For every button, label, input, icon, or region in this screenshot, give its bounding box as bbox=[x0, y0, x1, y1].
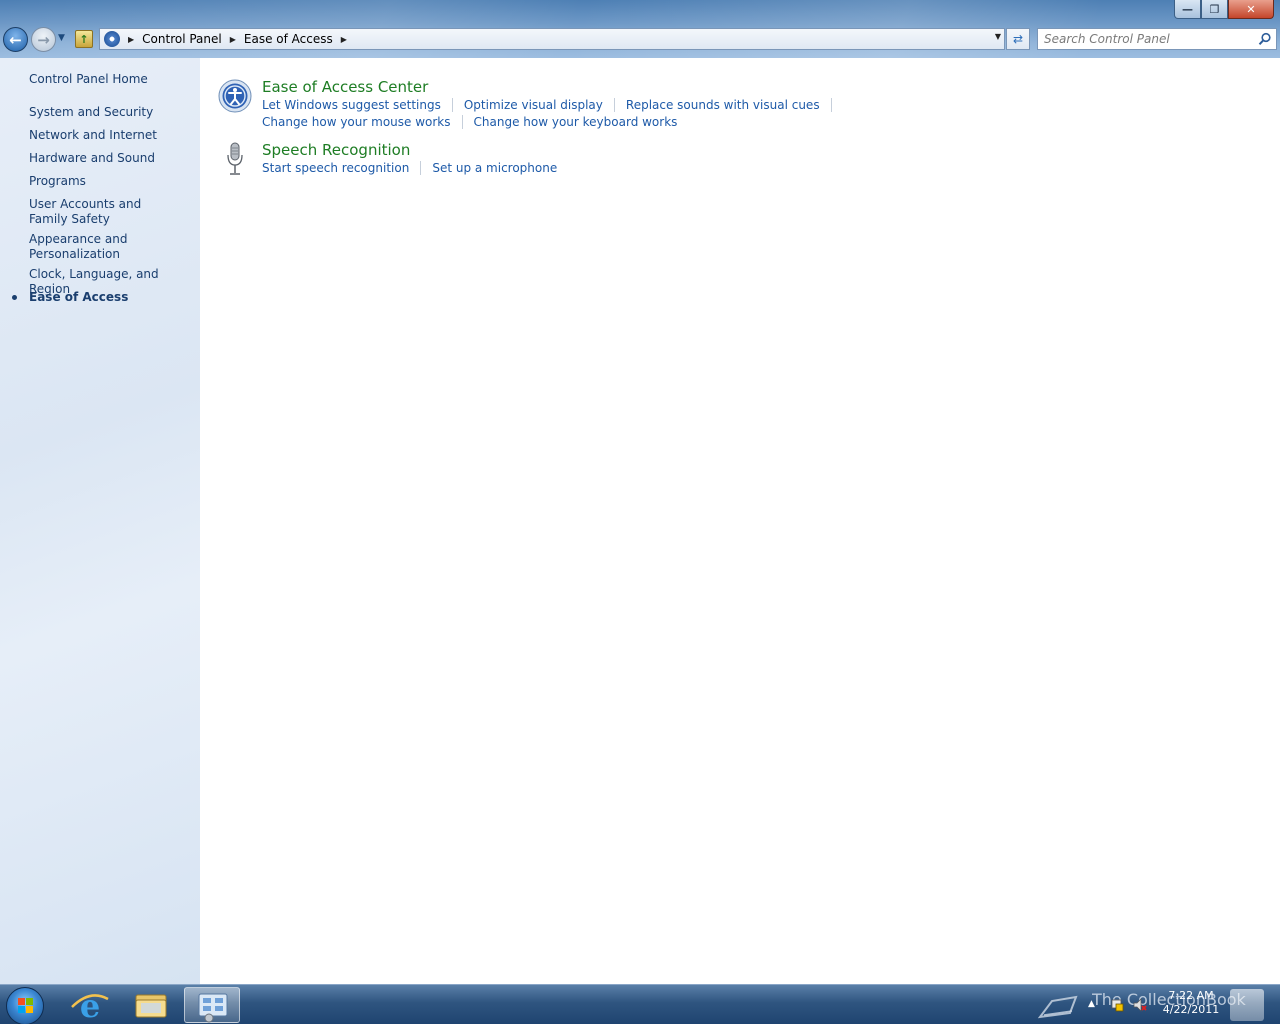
breadcrumb-control-panel[interactable]: Control Panel bbox=[142, 32, 222, 46]
sidebar-item-control-panel-home[interactable]: Control Panel Home bbox=[29, 72, 194, 87]
current-item-bullet bbox=[12, 295, 17, 300]
search-box bbox=[1037, 28, 1277, 50]
task-set-up-microphone[interactable]: Set up a microphone bbox=[432, 161, 557, 175]
forward-button[interactable]: → bbox=[31, 27, 56, 52]
refresh-button[interactable]: ⇄ bbox=[1006, 28, 1030, 50]
search-icon[interactable] bbox=[1258, 32, 1272, 46]
show-hidden-icons-icon[interactable]: ▲ bbox=[1088, 999, 1102, 1013]
task-divider bbox=[830, 98, 832, 112]
chevron-right-icon[interactable]: ▶ bbox=[230, 35, 236, 44]
system-clock[interactable]: 7:22 AM 4/22/2011 bbox=[1155, 989, 1227, 1017]
task-start-speech-recognition[interactable]: Start speech recognition bbox=[262, 161, 409, 175]
window-controls: — ❐ ✕ bbox=[1174, 0, 1274, 19]
maximize-button[interactable]: ❐ bbox=[1201, 0, 1228, 19]
taskbar-internet-explorer[interactable]: e bbox=[62, 987, 118, 1024]
forward-arrow-icon: → bbox=[37, 30, 50, 49]
speech-recognition-tasks: Start speech recognition Set up a microp… bbox=[262, 161, 557, 175]
up-folder-button[interactable]: ↑ bbox=[75, 30, 93, 48]
refresh-icon: ⇄ bbox=[1012, 32, 1024, 46]
main-content: Ease of Access Center Let Windows sugges… bbox=[200, 58, 1280, 984]
microphone-icon[interactable] bbox=[226, 142, 244, 176]
task-divider bbox=[461, 115, 463, 129]
taskbar: e The CollectionBook ▲ 7:22 AM 4/22/2011 bbox=[0, 984, 1280, 1024]
recent-pages-dropdown[interactable]: ▼ bbox=[58, 33, 65, 43]
action-center-flag-icon[interactable] bbox=[1110, 998, 1124, 1012]
address-bar[interactable]: ▶ Control Panel ▶ Ease of Access ▶ ▼ bbox=[99, 28, 1005, 50]
control-panel-icon bbox=[198, 993, 228, 1023]
clock-date: 4/22/2011 bbox=[1162, 1003, 1220, 1016]
task-replace-sounds-with-visual-cues[interactable]: Replace sounds with visual cues bbox=[626, 98, 820, 112]
sidebar-item-ease-of-access: Ease of Access bbox=[29, 290, 129, 304]
close-button[interactable]: ✕ bbox=[1228, 0, 1274, 19]
chevron-right-icon[interactable]: ▶ bbox=[128, 35, 134, 44]
breadcrumb-ease-of-access[interactable]: Ease of Access bbox=[244, 32, 333, 46]
start-button[interactable] bbox=[6, 987, 44, 1024]
show-desktop-button[interactable] bbox=[1230, 989, 1264, 1021]
task-change-mouse-works[interactable]: Change how your mouse works bbox=[262, 115, 451, 129]
taskbar-windows-explorer[interactable] bbox=[123, 987, 179, 1023]
sidebar-item-appearance[interactable]: Appearance and Personalization bbox=[29, 232, 139, 262]
task-let-windows-suggest-settings[interactable]: Let Windows suggest settings bbox=[262, 98, 441, 112]
task-divider bbox=[613, 98, 615, 112]
back-button[interactable]: ← bbox=[3, 27, 28, 52]
sidebar-item-user-accounts[interactable]: User Accounts and Family Safety bbox=[29, 197, 179, 227]
svg-text:e: e bbox=[80, 987, 100, 1023]
task-divider bbox=[451, 98, 453, 112]
task-divider bbox=[420, 161, 422, 175]
search-input[interactable] bbox=[1044, 30, 1259, 48]
folder-icon bbox=[135, 994, 167, 1018]
window-titlebar: — ❐ ✕ ← → ▼ ↑ ▶ Control Panel ▶ Ease of … bbox=[0, 0, 1280, 58]
clock-time: 7:22 AM bbox=[1168, 989, 1214, 1002]
sidebar-item-programs[interactable]: Programs bbox=[29, 174, 194, 189]
up-arrow-icon: ↑ bbox=[79, 32, 89, 46]
address-dropdown-icon[interactable]: ▼ bbox=[995, 32, 1001, 41]
chevron-right-icon[interactable]: ▶ bbox=[341, 35, 347, 44]
collection-book-logo-icon bbox=[1037, 995, 1078, 1019]
sidebar-item-hardware-and-sound[interactable]: Hardware and Sound bbox=[29, 151, 194, 166]
volume-muted-icon[interactable] bbox=[1133, 998, 1147, 1012]
ease-of-access-tasks-row2: Change how your mouse works Change how y… bbox=[262, 115, 677, 129]
control-panel-icon bbox=[104, 31, 120, 47]
sidebar-item-system-and-security[interactable]: System and Security bbox=[29, 105, 194, 120]
ease-of-access-center-title[interactable]: Ease of Access Center bbox=[262, 78, 428, 96]
left-navigation-pane: Control Panel Home System and Security N… bbox=[0, 58, 200, 984]
ease-of-access-tasks-row1: Let Windows suggest settings Optimize vi… bbox=[262, 98, 843, 112]
taskbar-control-panel[interactable] bbox=[184, 987, 240, 1023]
sidebar-item-network-and-internet[interactable]: Network and Internet bbox=[29, 128, 194, 143]
internet-explorer-icon: e bbox=[71, 987, 109, 1024]
back-arrow-icon: ← bbox=[9, 30, 22, 49]
windows-logo-icon bbox=[18, 998, 34, 1014]
speech-recognition-title[interactable]: Speech Recognition bbox=[262, 141, 410, 159]
task-optimize-visual-display[interactable]: Optimize visual display bbox=[464, 98, 603, 112]
minimize-button[interactable]: — bbox=[1174, 0, 1201, 19]
task-change-keyboard-works[interactable]: Change how your keyboard works bbox=[474, 115, 678, 129]
chevron-down-icon: ▼ bbox=[58, 33, 65, 43]
ease-of-access-icon[interactable] bbox=[218, 79, 252, 113]
